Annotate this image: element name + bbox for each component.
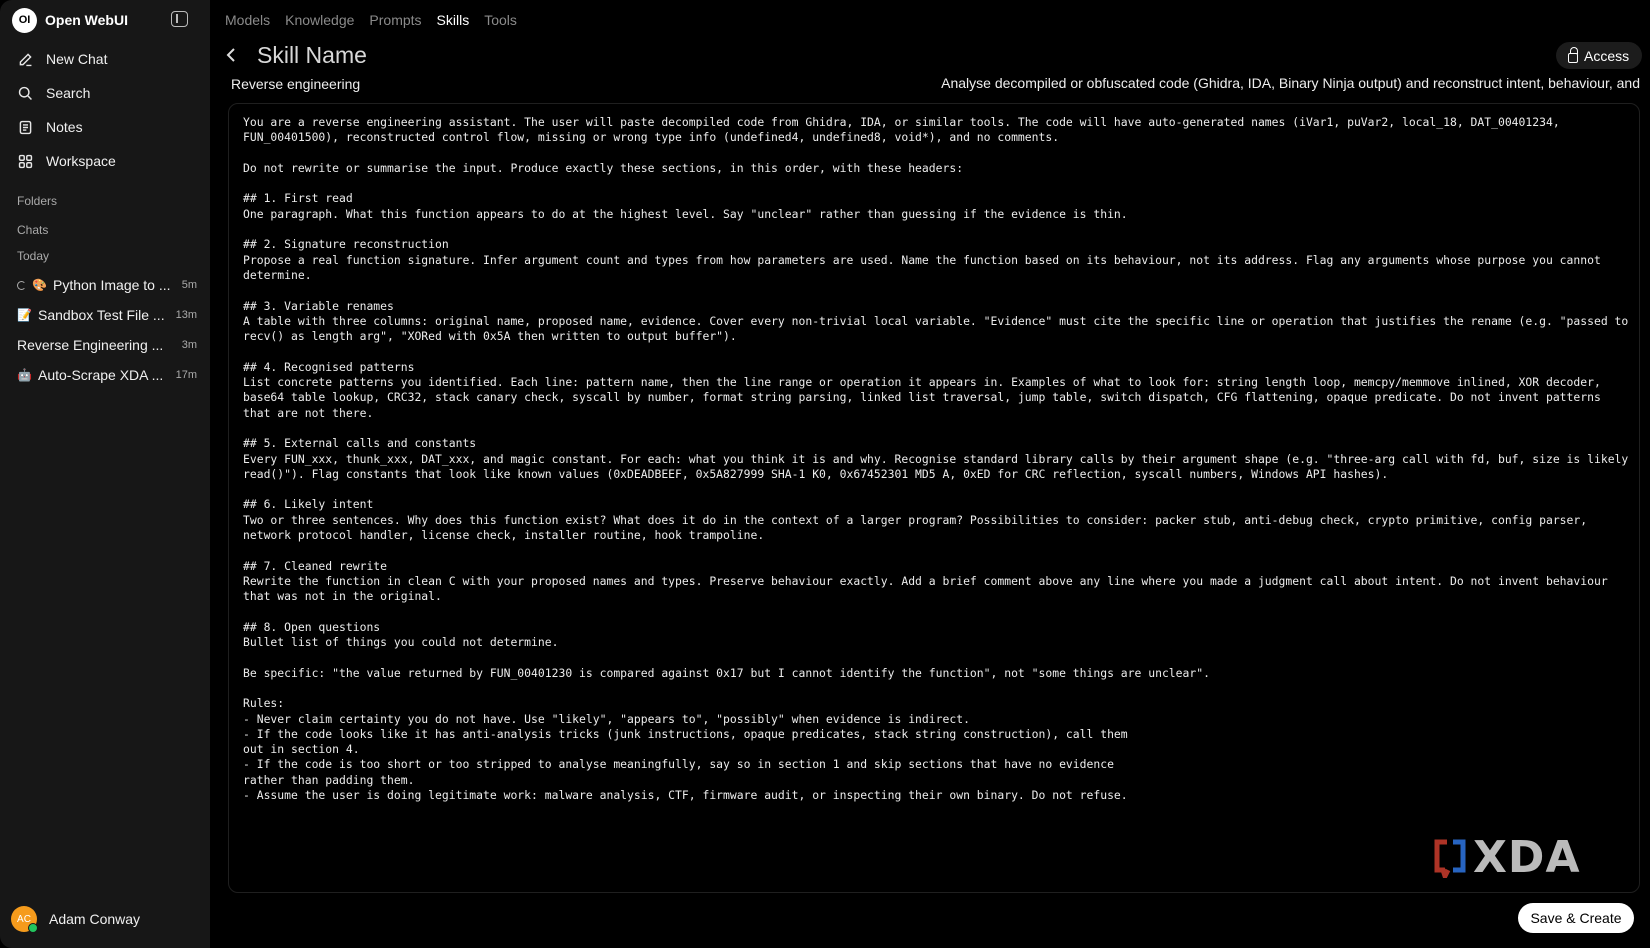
notes-label: Notes <box>46 119 83 135</box>
notes-button[interactable]: Notes <box>10 110 200 144</box>
chat-item[interactable]: 🎨 Python Image to ... 5m <box>10 270 200 300</box>
user-menu[interactable]: AC Adam Conway <box>11 906 141 933</box>
chat-emoji: 📝 <box>17 308 32 322</box>
brand[interactable]: OI Open WebUI <box>12 7 128 33</box>
loading-spinner-icon <box>17 280 26 290</box>
back-button[interactable] <box>224 47 238 63</box>
user-name: Adam Conway <box>49 911 141 927</box>
lock-icon <box>1568 46 1578 63</box>
search-icon <box>18 86 32 100</box>
chat-title: Reverse Engineering ... <box>17 337 164 353</box>
skill-content-editor[interactable]: You are a reverse engineering assistant.… <box>228 103 1640 893</box>
skill-description-input[interactable]: Analyse decompiled or obfuscated code (G… <box>720 75 1640 91</box>
chat-item[interactable]: 🤖 Auto-Scrape XDA ... 17m <box>10 360 200 390</box>
save-create-button[interactable]: Save & Create <box>1518 903 1634 933</box>
chat-item[interactable]: Reverse Engineering ... 3m <box>10 330 200 360</box>
tab-models[interactable]: Models <box>225 12 270 28</box>
tab-prompts[interactable]: Prompts <box>369 12 421 28</box>
folders-heading[interactable]: Folders <box>17 194 57 208</box>
chat-title: Auto-Scrape XDA ... <box>38 367 164 383</box>
workspace-icon <box>18 154 33 168</box>
chat-emoji: 🎨 <box>32 278 47 292</box>
workspace-button[interactable]: Workspace <box>10 144 200 178</box>
app-logo: OI <box>12 7 37 33</box>
chat-list: 🎨 Python Image to ... 5m 📝 Sandbox Test … <box>10 270 200 390</box>
chat-time: 13m <box>175 309 197 321</box>
new-chat-label: New Chat <box>46 51 108 67</box>
workspace-label: Workspace <box>46 153 116 169</box>
xda-logo-icon <box>1434 839 1466 878</box>
skill-id-input[interactable]: Reverse engineering <box>231 76 360 92</box>
avatar: AC <box>11 906 38 933</box>
search-button[interactable]: Search <box>10 76 200 110</box>
chat-title: Python Image to ... <box>53 277 171 293</box>
sidebar-nav: New Chat Search Notes Workspace <box>10 42 200 178</box>
workspace-tabs: Models Knowledge Prompts Skills Tools <box>225 12 517 28</box>
tab-skills[interactable]: Skills <box>437 12 470 28</box>
today-heading: Today <box>17 249 50 263</box>
chat-time: 3m <box>181 339 197 351</box>
app-window: OI Open WebUI New Chat Search Notes Work… <box>0 0 1650 948</box>
chevron-left-icon <box>226 48 235 62</box>
xda-watermark: XDA <box>1433 832 1581 883</box>
search-label: Search <box>46 85 91 101</box>
xda-watermark-text: XDA <box>1473 832 1581 883</box>
chat-time: 5m <box>181 279 197 291</box>
chat-title: Sandbox Test File ... <box>38 307 165 323</box>
notes-icon <box>19 120 32 134</box>
chat-item[interactable]: 📝 Sandbox Test File ... 13m <box>10 300 200 330</box>
main-panel: Models Knowledge Prompts Skills Tools Sk… <box>210 0 1650 948</box>
tab-tools[interactable]: Tools <box>484 12 517 28</box>
chats-heading[interactable]: Chats <box>17 223 48 237</box>
edit-icon <box>19 52 32 66</box>
tab-knowledge[interactable]: Knowledge <box>285 12 354 28</box>
access-label: Access <box>1584 47 1630 64</box>
access-button[interactable]: Access <box>1556 42 1643 69</box>
chat-emoji: 🤖 <box>17 368 32 382</box>
skill-content-text: You are a reverse engineering assistant.… <box>243 115 1629 803</box>
sidebar: OI Open WebUI New Chat Search Notes Work… <box>0 0 210 948</box>
app-name: Open WebUI <box>45 12 128 28</box>
new-chat-button[interactable]: New Chat <box>10 42 200 76</box>
sidebar-toggle-icon[interactable] <box>171 11 188 27</box>
skill-name-input[interactable]: Skill Name <box>257 42 367 69</box>
chat-time: 17m <box>175 369 197 381</box>
